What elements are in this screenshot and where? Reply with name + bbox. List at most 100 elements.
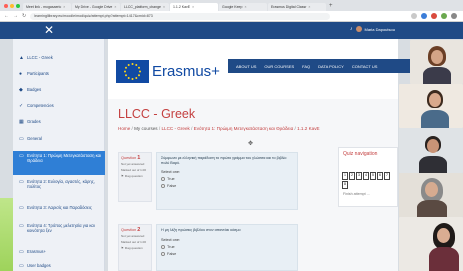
breadcrumb: Home / My courses / LLCC - Greek / Ενότη… bbox=[118, 126, 320, 131]
question-nav-button[interactable]: 1 bbox=[342, 172, 348, 180]
back-icon[interactable]: ← bbox=[4, 13, 9, 19]
answer-option-false[interactable]: False bbox=[161, 184, 293, 189]
question-text: Σύμφωνα με ελληνική παράδοση το πρώτο γρ… bbox=[161, 156, 287, 165]
close-window-icon[interactable] bbox=[4, 3, 8, 8]
question-number-value: 2 bbox=[137, 227, 141, 233]
participant-video[interactable] bbox=[410, 40, 463, 84]
profile-icon[interactable] bbox=[451, 13, 457, 19]
select-label: Select one: bbox=[161, 237, 180, 242]
radio-button[interactable] bbox=[161, 244, 165, 249]
nav-contact[interactable]: CONTACT US bbox=[352, 64, 378, 69]
participant-video[interactable] bbox=[399, 84, 463, 128]
flag-question[interactable]: ⚑ Flag question bbox=[121, 246, 149, 250]
question-nav-button[interactable]: 2 bbox=[349, 172, 355, 180]
breadcrumb-my-courses[interactable]: My courses bbox=[134, 126, 158, 131]
users-icon: ● bbox=[19, 71, 23, 77]
forward-icon[interactable]: → bbox=[13, 13, 18, 19]
user-menu[interactable]: ♪ Maria Dapoutsou bbox=[350, 26, 395, 32]
radio-button[interactable] bbox=[161, 177, 165, 182]
browser-tab[interactable]: Meet link - mogasaeric × bbox=[23, 2, 71, 11]
drawer-item-section-2[interactable]: ▭ Ενότητα 2: Ευλογία, αγαστές, κάρης, πολ… bbox=[13, 179, 105, 201]
tab-label: Erasmus Digital Classr bbox=[271, 4, 307, 9]
nav-about[interactable]: ABOUT US bbox=[236, 64, 256, 69]
tab-close-icon[interactable]: × bbox=[308, 5, 310, 9]
course-drawer: ▲ LLCC - Greek ● Participants ◆ Badges ✓ Com… bbox=[13, 39, 105, 271]
finish-attempt-link[interactable]: Finish attempt ... bbox=[343, 192, 370, 196]
participant-face bbox=[437, 228, 450, 243]
participant-video[interactable] bbox=[399, 128, 463, 173]
address-bar[interactable]: learningllibrary.eu/moodle/mod/quiz/atte… bbox=[30, 12, 331, 20]
radio-button[interactable] bbox=[161, 184, 165, 189]
folder-icon: ▭ bbox=[19, 223, 24, 229]
participant-body bbox=[419, 156, 447, 173]
answer-option-true[interactable]: True bbox=[161, 244, 293, 249]
drawer-item-section-3[interactable]: ▭ Ενότητα 3: Λαρισίς και Παραδόσεις bbox=[13, 205, 105, 219]
drawer-item-competencies[interactable]: ✓ Competencies bbox=[13, 103, 105, 111]
question-number: Question 2 bbox=[121, 227, 149, 233]
browser-tab[interactable]: My Drive - Google Drive × bbox=[72, 2, 120, 11]
drawer-item-course[interactable]: ▲ LLCC - Greek bbox=[13, 55, 105, 63]
participant-body bbox=[423, 67, 451, 84]
reload-icon[interactable]: ↻ bbox=[22, 13, 26, 19]
browser-tab-active[interactable]: 1.1.2 KavE × bbox=[170, 2, 218, 11]
drawer-item-label: General bbox=[27, 136, 42, 141]
participant-video[interactable] bbox=[399, 173, 463, 217]
drawer-item-grades[interactable]: ▦ Grades bbox=[13, 119, 105, 127]
close-drawer-icon[interactable]: ✕ bbox=[44, 23, 54, 37]
breadcrumb-quiz[interactable]: 1.1.2 KavE bbox=[297, 126, 319, 131]
drawer-item-label: Badges bbox=[27, 87, 42, 92]
extension-icon[interactable] bbox=[441, 13, 447, 19]
mortarboard-icon: ▲ bbox=[19, 55, 24, 61]
maximize-window-icon[interactable] bbox=[16, 3, 20, 8]
tab-close-icon[interactable]: × bbox=[63, 5, 65, 9]
drawer-item-user-badges[interactable]: ▭ User badges bbox=[13, 263, 105, 271]
eu-flag-icon bbox=[116, 59, 149, 83]
browser-tabbar: Meet link - mogasaeric × My Drive - Googl… bbox=[0, 0, 463, 11]
drawer-item-erasmus[interactable]: ▭ Erasmus+ bbox=[13, 249, 105, 257]
notification-bell-icon[interactable]: ♪ bbox=[350, 26, 353, 32]
nav-courses[interactable]: OUR COURSES bbox=[264, 64, 294, 69]
question-nav-button[interactable]: 7 bbox=[384, 172, 390, 180]
tab-close-icon[interactable]: × bbox=[244, 5, 246, 9]
tab-close-icon[interactable]: × bbox=[192, 5, 194, 9]
user-name: Maria Dapoutsou bbox=[364, 26, 395, 32]
tab-close-icon[interactable]: × bbox=[114, 5, 116, 9]
drawer-item-section-1[interactable]: ▭ Ενότητα 1: Πρώιμη Μετεγκατάσταση και Θρ… bbox=[13, 151, 105, 175]
drawer-item-participants[interactable]: ● Participants bbox=[13, 71, 105, 79]
radio-button[interactable] bbox=[161, 251, 165, 256]
participant-body bbox=[429, 247, 459, 271]
question-nav-button[interactable]: 4 bbox=[363, 172, 369, 180]
browser-tab[interactable]: Erasmus Digital Classr × bbox=[268, 2, 326, 11]
extension-icon[interactable] bbox=[411, 13, 417, 19]
answer-option-false[interactable]: False bbox=[161, 251, 293, 256]
question-nav-button[interactable]: 6 bbox=[377, 172, 383, 180]
participant-face bbox=[427, 139, 439, 153]
drawer-item-section-4[interactable]: ▭ Ενότητα 4: Τρόπος μελετησία για και κοι… bbox=[13, 223, 105, 245]
breadcrumb-home[interactable]: Home bbox=[118, 126, 130, 131]
extension-icon[interactable] bbox=[421, 13, 427, 19]
erasmus-logo[interactable]: Erasmus+ bbox=[116, 56, 220, 86]
avatar[interactable] bbox=[355, 26, 362, 32]
browser-tab[interactable]: Google Keep × bbox=[219, 2, 267, 11]
drawer-item-label: Erasmus+ bbox=[27, 249, 46, 254]
answer-option-true[interactable]: True bbox=[161, 177, 293, 182]
extension-icon[interactable] bbox=[431, 13, 437, 19]
question-nav-button[interactable]: 3 bbox=[356, 172, 362, 180]
tab-label: 1.1.2 KavE bbox=[173, 4, 191, 9]
breadcrumb-section[interactable]: Ενότητα 1: Πρώιμη Μετεγκατάσταση και Θρά… bbox=[194, 126, 294, 131]
flag-question[interactable]: ⚑ Flag question bbox=[121, 174, 149, 178]
browser-tab[interactable]: LLCC_platform_change × bbox=[121, 2, 169, 11]
question-nav-button[interactable]: 5 bbox=[370, 172, 376, 180]
question-box: Σύμφωνα με ελληνική παράδοση το πρώτο γρ… bbox=[156, 152, 298, 210]
window-controls bbox=[4, 3, 20, 8]
nav-faq[interactable]: FAQ bbox=[302, 64, 310, 69]
tab-close-icon[interactable]: × bbox=[163, 5, 165, 9]
participant-video[interactable] bbox=[399, 217, 463, 271]
drawer-item-badges[interactable]: ◆ Badges bbox=[13, 87, 105, 95]
minimize-window-icon[interactable] bbox=[10, 3, 14, 8]
breadcrumb-course[interactable]: LLCC - Greek bbox=[161, 126, 189, 131]
nav-data-policy[interactable]: DATA POLICY bbox=[318, 64, 344, 69]
drawer-item-general[interactable]: ▭ General bbox=[13, 136, 105, 144]
question-nav-button[interactable]: 8 bbox=[342, 181, 348, 189]
new-tab-icon[interactable]: + bbox=[329, 3, 333, 9]
